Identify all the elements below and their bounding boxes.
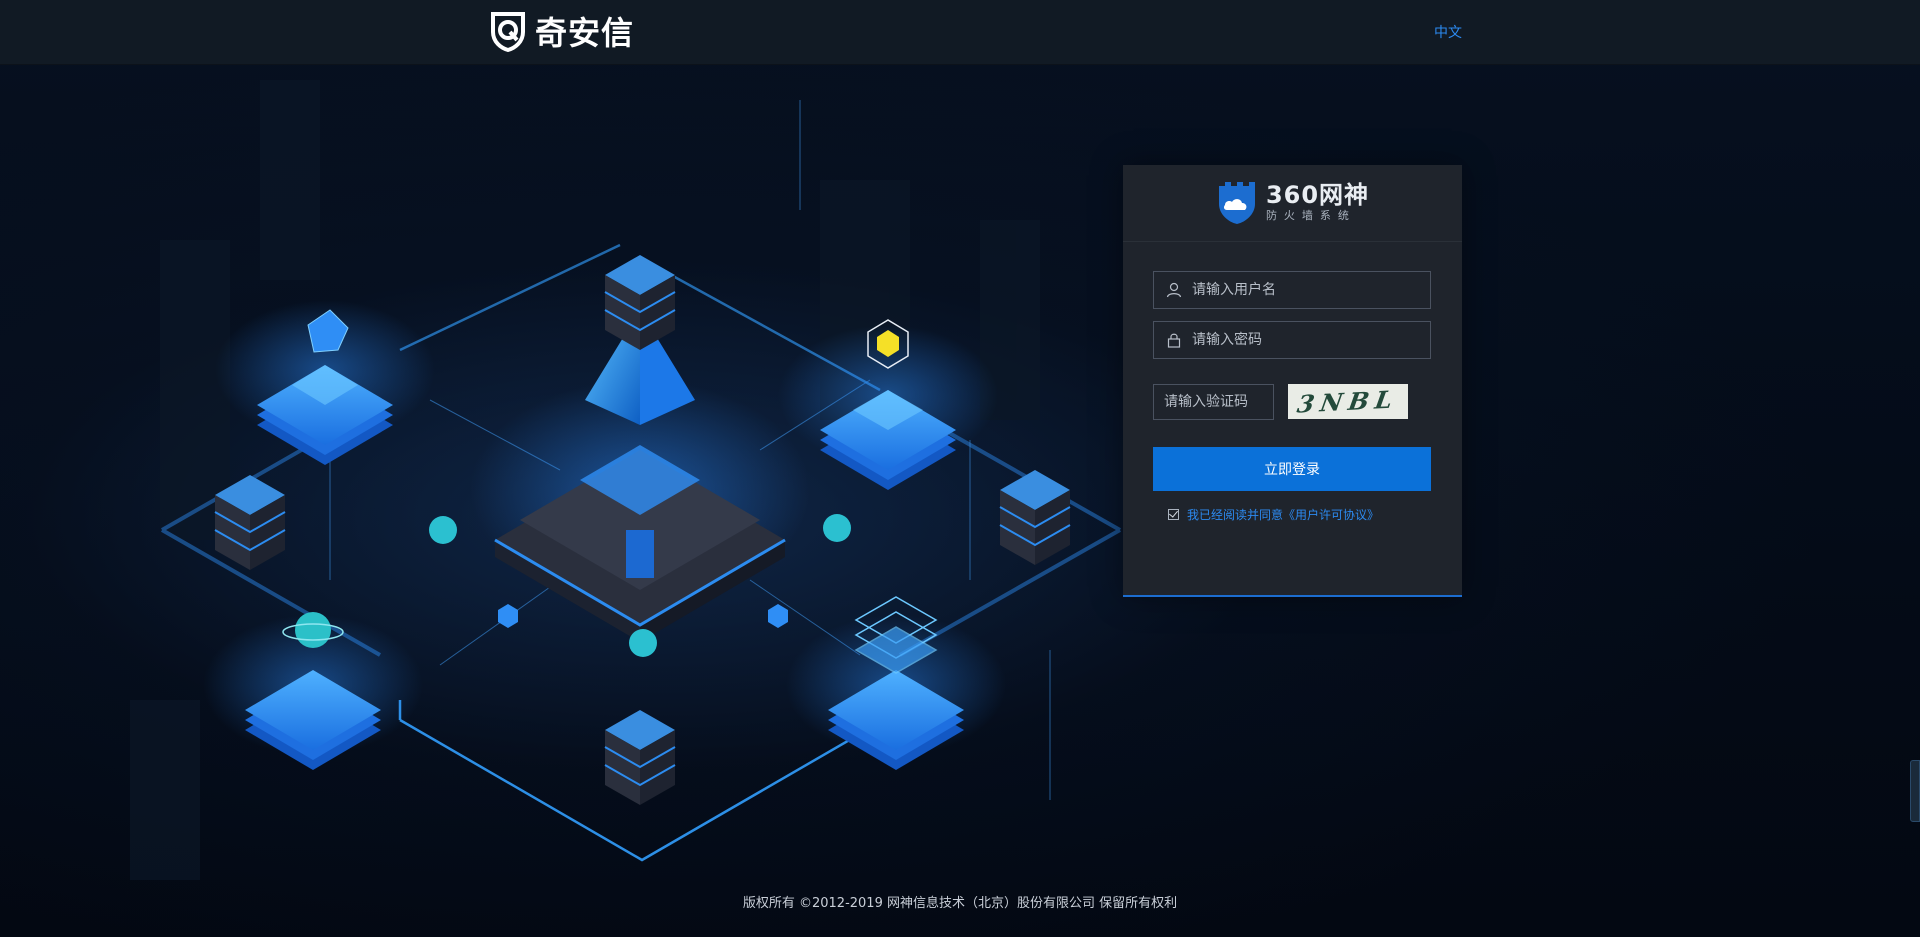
captcha-image[interactable]: 3NBL [1288,384,1408,419]
server-stack-right [999,470,1071,565]
copyright-footer: 版权所有 ©2012-2019 网神信息技术（北京）股份有限公司 保留所有权利 [742,896,1178,911]
firewall-cloud-icon [1218,182,1255,224]
product-header: 360网神 防火墙系统 [1123,165,1462,242]
product-subtitle: 防火墙系统 [1265,209,1356,222]
agreement-link[interactable]: 我已经阅读并同意《用户许可协议》 [1187,506,1379,523]
side-scroll-tab[interactable] [1910,760,1920,822]
server-stack-top [604,255,676,350]
password-field[interactable] [1153,321,1431,359]
network-illustration [130,80,1121,880]
agreement-checkbox[interactable] [1168,509,1179,520]
login-page: 奇安信 中文 360网神 防火墙系统 请输入用户名 请输入验证码 3NBL 立即… [0,0,1920,937]
login-panel: 360网神 防火墙系统 3NBL 立即登录 [1123,165,1462,597]
captcha-field[interactable] [1153,384,1274,420]
username-input[interactable] [1190,271,1430,309]
top-bar: 奇安信 中文 [0,0,1920,65]
username-field[interactable] [1153,271,1431,309]
agreement-row: 我已经阅读并同意《用户许可协议》 [1168,506,1379,523]
captcha-text: 3NBL [1295,384,1401,419]
user-icon [1166,282,1182,298]
product-title: 360网神 [1265,181,1370,209]
server-stack-bottom [604,710,676,805]
server-stack-left [214,475,286,570]
language-switch[interactable]: 中文 [1434,22,1462,42]
lock-icon [1167,333,1181,348]
brand-logo: 奇安信 [489,10,634,52]
password-input[interactable] [1190,321,1430,359]
shield-q-icon [491,12,525,52]
brand-name: 奇安信 [535,14,635,52]
captcha-input[interactable] [1154,384,1273,420]
login-button[interactable]: 立即登录 [1153,447,1431,491]
